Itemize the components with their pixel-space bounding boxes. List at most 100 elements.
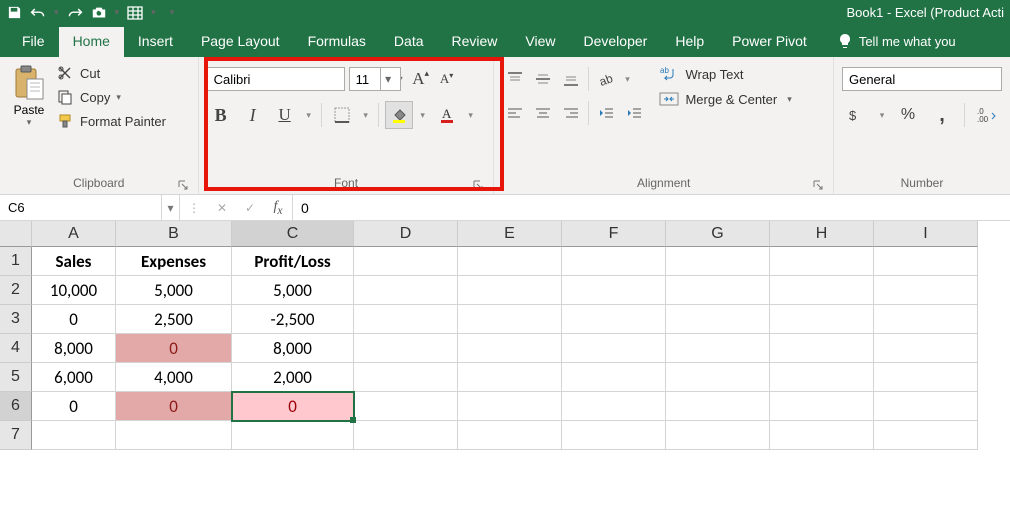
accounting-dropdown-icon[interactable]: ▾ bbox=[876, 101, 888, 129]
underline-dropdown-icon[interactable]: ▾ bbox=[303, 101, 315, 129]
cell-G1[interactable] bbox=[666, 247, 770, 276]
accounting-format-button[interactable]: $ bbox=[842, 101, 870, 129]
camera-icon[interactable] bbox=[91, 5, 107, 21]
increase-decimal-button[interactable]: .0.00 bbox=[973, 101, 1001, 129]
tab-data[interactable]: Data bbox=[380, 27, 438, 57]
cell-I5[interactable] bbox=[874, 363, 978, 392]
cell-H4[interactable] bbox=[770, 334, 874, 363]
tab-power-pivot[interactable]: Power Pivot bbox=[718, 27, 821, 57]
align-center-button[interactable] bbox=[530, 101, 556, 125]
tell-me-search[interactable]: Tell me what you bbox=[829, 27, 964, 57]
cell-A2[interactable]: 10,000 bbox=[32, 276, 116, 305]
cell-D1[interactable] bbox=[354, 247, 458, 276]
merge-dropdown-icon[interactable]: ▾ bbox=[787, 94, 792, 105]
name-box[interactable] bbox=[0, 195, 162, 220]
italic-button[interactable]: I bbox=[239, 101, 267, 129]
font-color-dropdown-icon[interactable]: ▾ bbox=[465, 101, 477, 129]
cell-C3[interactable]: -2,500 bbox=[232, 305, 354, 334]
cell-H7[interactable] bbox=[770, 421, 874, 450]
cell-D5[interactable] bbox=[354, 363, 458, 392]
cell-A5[interactable]: 6,000 bbox=[32, 363, 116, 392]
row-header-5[interactable]: 5 bbox=[0, 363, 32, 392]
align-bottom-button[interactable] bbox=[558, 67, 584, 91]
tab-review[interactable]: Review bbox=[438, 27, 512, 57]
row-header-3[interactable]: 3 bbox=[0, 305, 32, 334]
align-middle-button[interactable] bbox=[530, 67, 556, 91]
table-icon[interactable] bbox=[127, 5, 143, 21]
align-left-button[interactable] bbox=[502, 101, 528, 125]
comma-button[interactable]: , bbox=[928, 101, 956, 129]
cell-E4[interactable] bbox=[458, 334, 562, 363]
col-header-H[interactable]: H bbox=[770, 221, 874, 247]
cell-A3[interactable]: 0 bbox=[32, 305, 116, 334]
cell-H2[interactable] bbox=[770, 276, 874, 305]
wrap-text-button[interactable]: ab Wrap Text bbox=[659, 65, 791, 83]
cell-F4[interactable] bbox=[562, 334, 666, 363]
cell-G6[interactable] bbox=[666, 392, 770, 421]
fill-color-button[interactable] bbox=[385, 101, 413, 129]
cell-F3[interactable] bbox=[562, 305, 666, 334]
cell-F5[interactable] bbox=[562, 363, 666, 392]
col-header-A[interactable]: A bbox=[32, 221, 116, 247]
cell-C6[interactable]: 0 bbox=[232, 392, 354, 421]
tab-view[interactable]: View bbox=[511, 27, 569, 57]
col-header-F[interactable]: F bbox=[562, 221, 666, 247]
format-painter-button[interactable]: Format Painter bbox=[56, 113, 166, 129]
font-color-button[interactable]: A bbox=[433, 101, 461, 129]
cell-G4[interactable] bbox=[666, 334, 770, 363]
cell-C4[interactable]: 8,000 bbox=[232, 334, 354, 363]
cell-A1[interactable]: Sales bbox=[32, 247, 116, 276]
cell-A6[interactable]: 0 bbox=[32, 392, 116, 421]
cell-D7[interactable] bbox=[354, 421, 458, 450]
undo-icon[interactable] bbox=[30, 5, 46, 21]
percent-button[interactable]: % bbox=[894, 101, 922, 129]
cell-I3[interactable] bbox=[874, 305, 978, 334]
col-header-D[interactable]: D bbox=[354, 221, 458, 247]
cell-E6[interactable] bbox=[458, 392, 562, 421]
col-header-C[interactable]: C bbox=[232, 221, 354, 247]
enter-icon[interactable]: ✓ bbox=[236, 195, 264, 220]
cell-F1[interactable] bbox=[562, 247, 666, 276]
tab-formulas[interactable]: Formulas bbox=[294, 27, 380, 57]
redo-icon[interactable] bbox=[67, 5, 83, 21]
cell-B7[interactable] bbox=[116, 421, 232, 450]
cell-F2[interactable] bbox=[562, 276, 666, 305]
orientation-dropdown-icon[interactable]: ▾ bbox=[621, 65, 633, 93]
name-box-dropdown-icon[interactable]: ▾ bbox=[162, 195, 180, 220]
tab-insert[interactable]: Insert bbox=[124, 27, 187, 57]
cell-I1[interactable] bbox=[874, 247, 978, 276]
cell-C7[interactable] bbox=[232, 421, 354, 450]
row-header-7[interactable]: 7 bbox=[0, 421, 32, 450]
cell-F6[interactable] bbox=[562, 392, 666, 421]
paste-button[interactable]: Paste ▾ bbox=[6, 61, 52, 174]
borders-button[interactable] bbox=[328, 101, 356, 129]
dots-icon[interactable]: ⋮ bbox=[180, 195, 208, 220]
cell-C1[interactable]: Profit/Loss bbox=[232, 247, 354, 276]
spreadsheet-grid[interactable]: ABCDEFGHI1SalesExpensesProfit/Loss210,00… bbox=[0, 221, 1010, 450]
cell-E3[interactable] bbox=[458, 305, 562, 334]
col-header-G[interactable]: G bbox=[666, 221, 770, 247]
cell-B3[interactable]: 2,500 bbox=[116, 305, 232, 334]
cell-E1[interactable] bbox=[458, 247, 562, 276]
cell-B2[interactable]: 5,000 bbox=[116, 276, 232, 305]
col-header-B[interactable]: B bbox=[116, 221, 232, 247]
copy-dropdown-icon[interactable]: ▾ bbox=[116, 92, 121, 103]
align-right-button[interactable] bbox=[558, 101, 584, 125]
tab-page-layout[interactable]: Page Layout bbox=[187, 27, 294, 57]
merge-center-button[interactable]: Merge & Center ▾ bbox=[659, 91, 791, 107]
cell-F7[interactable] bbox=[562, 421, 666, 450]
cell-B1[interactable]: Expenses bbox=[116, 247, 232, 276]
fx-icon[interactable]: fx bbox=[264, 195, 292, 220]
align-top-button[interactable] bbox=[502, 67, 528, 91]
table-dropdown-icon[interactable]: ▾ bbox=[151, 7, 156, 18]
cell-I4[interactable] bbox=[874, 334, 978, 363]
tab-file[interactable]: File bbox=[8, 27, 59, 57]
row-header-4[interactable]: 4 bbox=[0, 334, 32, 363]
cell-C5[interactable]: 2,000 bbox=[232, 363, 354, 392]
cell-H5[interactable] bbox=[770, 363, 874, 392]
font-size-combo[interactable]: ▾ bbox=[349, 67, 401, 91]
decrease-font-icon[interactable]: A▾ bbox=[435, 67, 459, 91]
cell-E5[interactable] bbox=[458, 363, 562, 392]
cell-B5[interactable]: 4,000 bbox=[116, 363, 232, 392]
cell-C2[interactable]: 5,000 bbox=[232, 276, 354, 305]
